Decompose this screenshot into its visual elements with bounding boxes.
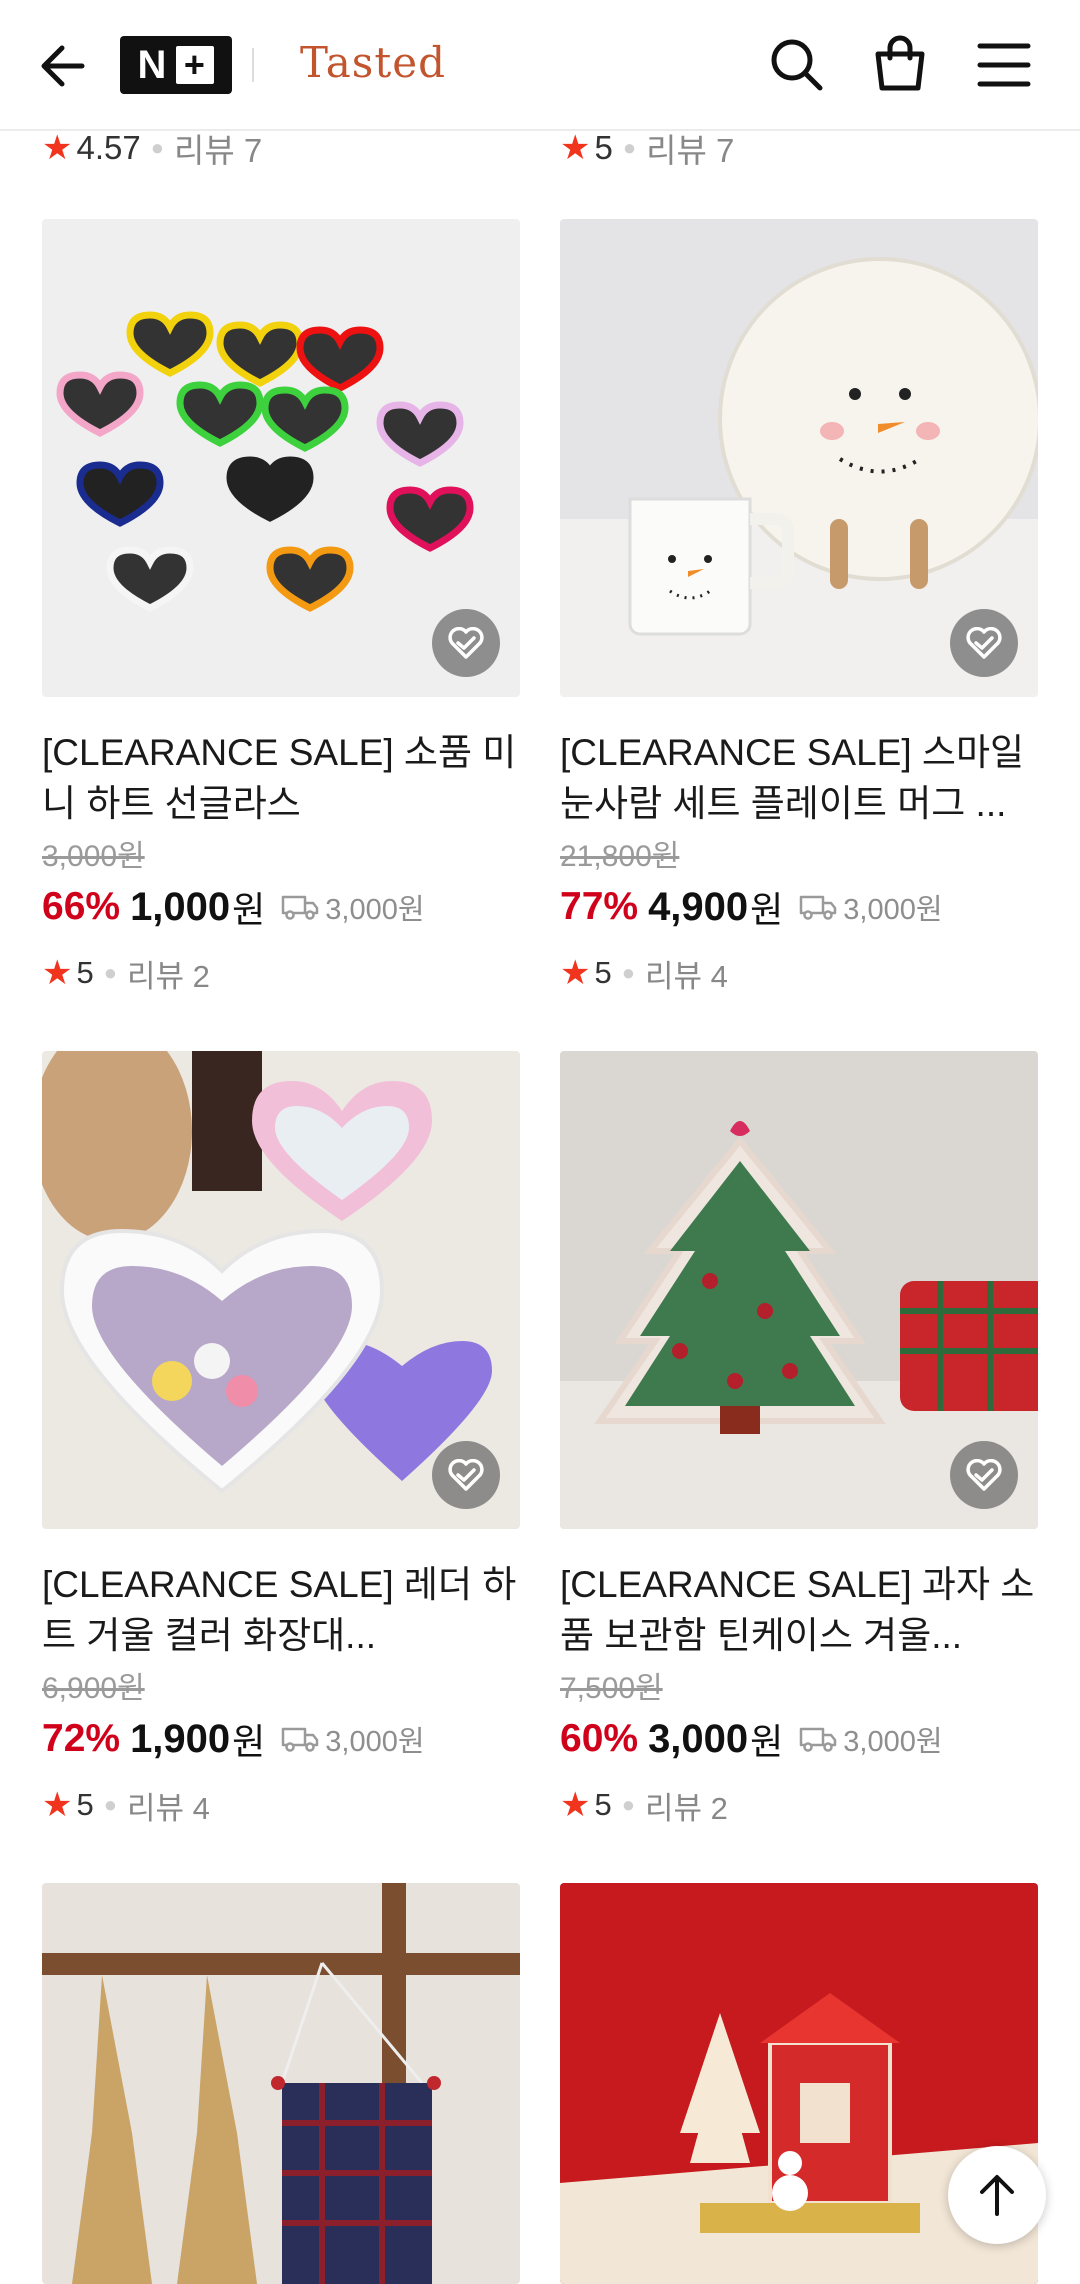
- wishlist-heart-icon[interactable]: [432, 609, 500, 677]
- product-image[interactable]: [42, 1051, 520, 1529]
- delivery-truck-icon: [800, 895, 837, 920]
- separator-dot: ●: [103, 960, 118, 985]
- wishlist-heart-icon[interactable]: [950, 1441, 1018, 1509]
- rating-row: ★ 5 ● 리뷰 2: [560, 1781, 1038, 1829]
- delivery-truck-icon: [282, 895, 319, 920]
- price-row: 60% 3,000 원 3,000원: [560, 1711, 1038, 1767]
- discount-rate: 60%: [560, 1717, 639, 1760]
- separator-dot: ●: [103, 1792, 118, 1817]
- price-row: 66% 1,000 원 3,000원: [42, 879, 520, 935]
- currency: 원: [750, 1721, 784, 1762]
- product-title[interactable]: [CLEARANCE SALE] 과자 소품 보관함 틴케이스 겨울...: [560, 1559, 1038, 1661]
- sale-price: 1,000: [130, 884, 231, 929]
- product-image[interactable]: [42, 1883, 520, 2284]
- original-price: 6,900원: [42, 1672, 145, 1705]
- shipping-fee: 3,000원: [843, 894, 943, 926]
- separator-dot: ●: [621, 1792, 636, 1817]
- sale-price: 3,000: [648, 1716, 749, 1761]
- rating-row: ★ 5 ● 리뷰 7: [560, 124, 734, 172]
- sale-price: 4,900: [648, 884, 749, 929]
- brand-name[interactable]: Tasted: [300, 38, 446, 87]
- star-icon: ★: [560, 129, 591, 167]
- product-image[interactable]: [560, 1051, 1038, 1529]
- delivery-truck-icon: [282, 1727, 319, 1752]
- currency: 원: [232, 889, 266, 930]
- discount-rate: 77%: [560, 885, 639, 928]
- shipping-fee: 3,000원: [325, 1726, 425, 1758]
- product-title[interactable]: [CLEARANCE SALE] 레더 하트 거울 컬러 화장대...: [42, 1559, 520, 1661]
- rating-score: 5: [76, 955, 94, 990]
- delivery-truck-icon: [800, 1727, 837, 1752]
- wishlist-heart-icon[interactable]: [950, 609, 1018, 677]
- separator-dot: ●: [621, 960, 636, 985]
- original-price: 3,000원: [42, 840, 145, 873]
- star-icon: ★: [42, 129, 73, 167]
- product-card[interactable]: [CLEARANCE SALE] 과자 소품 보관함 틴케이스 겨울... 7,…: [560, 1051, 1038, 1829]
- product-title[interactable]: [CLEARANCE SALE] 스마일 눈사람 세트 플레이트 머그 ...: [560, 727, 1038, 829]
- hamburger-menu-icon[interactable]: [976, 40, 1032, 90]
- wishlist-heart-icon[interactable]: [432, 1441, 500, 1509]
- star-icon: ★: [560, 1786, 591, 1824]
- shipping-fee: 3,000원: [325, 894, 425, 926]
- price-row: 77% 4,900 원 3,000원: [560, 879, 1038, 935]
- back-arrow-icon[interactable]: [36, 38, 92, 94]
- arrow-up-icon: [980, 2175, 1014, 2216]
- price-row: 72% 1,900 원 3,000원: [42, 1711, 520, 1767]
- separator-dot: ●: [622, 135, 637, 160]
- rating-row: ★ 5 ● 리뷰 4: [560, 949, 1038, 997]
- original-price: 21,800원: [560, 840, 680, 873]
- rating-score: 5: [76, 1787, 94, 1822]
- currency: 원: [750, 889, 784, 930]
- review-count: 리뷰 7: [646, 132, 735, 169]
- shipping-fee: 3,000원: [843, 1726, 943, 1758]
- logo-plus: +: [176, 46, 215, 84]
- product-image[interactable]: [560, 219, 1038, 697]
- rating-score: 5: [594, 955, 612, 990]
- rating-score: 5: [594, 1787, 612, 1822]
- review-count: 리뷰 7: [174, 132, 263, 169]
- currency: 원: [232, 1721, 266, 1762]
- separator-dot: ●: [150, 135, 165, 160]
- discount-rate: 66%: [42, 885, 121, 928]
- store-logo[interactable]: N +: [120, 36, 232, 94]
- original-price: 7,500원: [560, 1672, 663, 1705]
- review-count: 리뷰 2: [645, 1790, 728, 1826]
- sale-price: 1,900: [130, 1716, 231, 1761]
- shopping-bag-icon[interactable]: [872, 34, 928, 94]
- star-icon: ★: [560, 954, 591, 992]
- rating-row: ★ 5 ● 리뷰 2: [42, 949, 520, 997]
- star-icon: ★: [42, 1786, 73, 1824]
- review-count: 리뷰 2: [127, 958, 210, 994]
- logo-text: N: [137, 42, 169, 87]
- product-card[interactable]: [CLEARANCE SALE] 스마일 눈사람 세트 플레이트 머그 ... …: [560, 219, 1038, 997]
- rating-score: 5: [594, 129, 613, 166]
- discount-rate: 72%: [42, 1717, 121, 1760]
- review-count: 리뷰 4: [645, 958, 728, 994]
- rating-row: ★ 4.57 ● 리뷰 7: [42, 124, 262, 172]
- review-count: 리뷰 4: [127, 1790, 210, 1826]
- search-icon[interactable]: [768, 36, 824, 92]
- scroll-to-top-button[interactable]: [948, 2146, 1046, 2244]
- product-card[interactable]: [42, 1883, 520, 2284]
- product-card[interactable]: [CLEARANCE SALE] 소품 미니 하트 선글라스 3,000원 66…: [42, 219, 520, 997]
- product-title[interactable]: [CLEARANCE SALE] 소품 미니 하트 선글라스: [42, 727, 520, 829]
- rating-score: 4.57: [76, 129, 141, 166]
- rating-row: ★ 5 ● 리뷰 4: [42, 1781, 520, 1829]
- app-header: N + Tasted: [0, 0, 1080, 131]
- product-image[interactable]: [42, 219, 520, 697]
- product-card[interactable]: [CLEARANCE SALE] 레더 하트 거울 컬러 화장대... 6,90…: [42, 1051, 520, 1829]
- star-icon: ★: [42, 954, 73, 992]
- header-divider: [252, 48, 254, 82]
